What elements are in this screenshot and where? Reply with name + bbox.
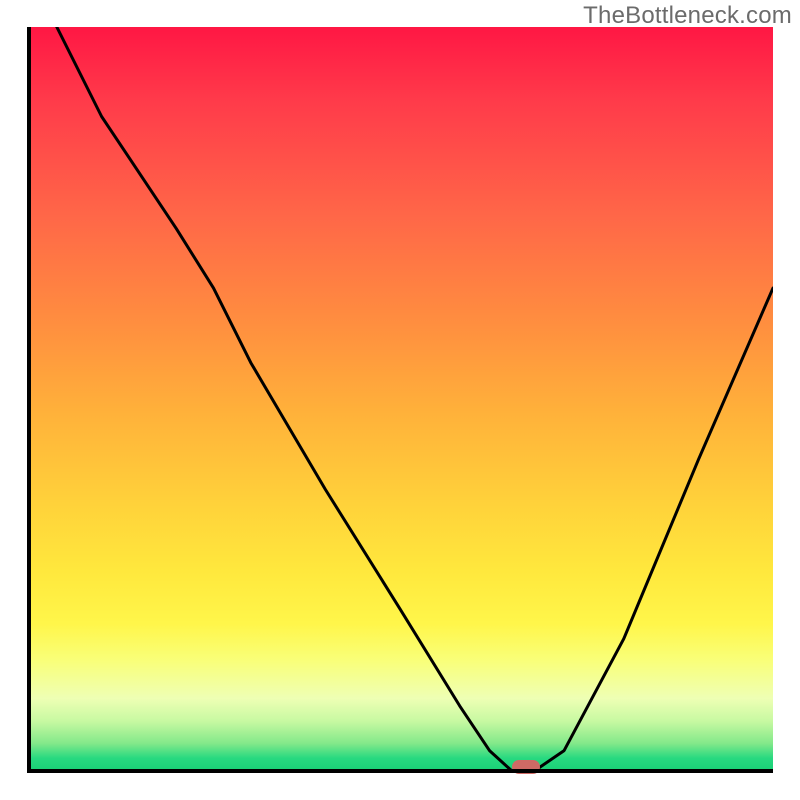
watermark-text: TheBottleneck.com (583, 2, 792, 30)
chart-container: TheBottleneck.com (0, 0, 800, 800)
plot-area (27, 27, 773, 773)
bottleneck-curve (27, 27, 773, 773)
optimal-point-marker (512, 760, 540, 774)
